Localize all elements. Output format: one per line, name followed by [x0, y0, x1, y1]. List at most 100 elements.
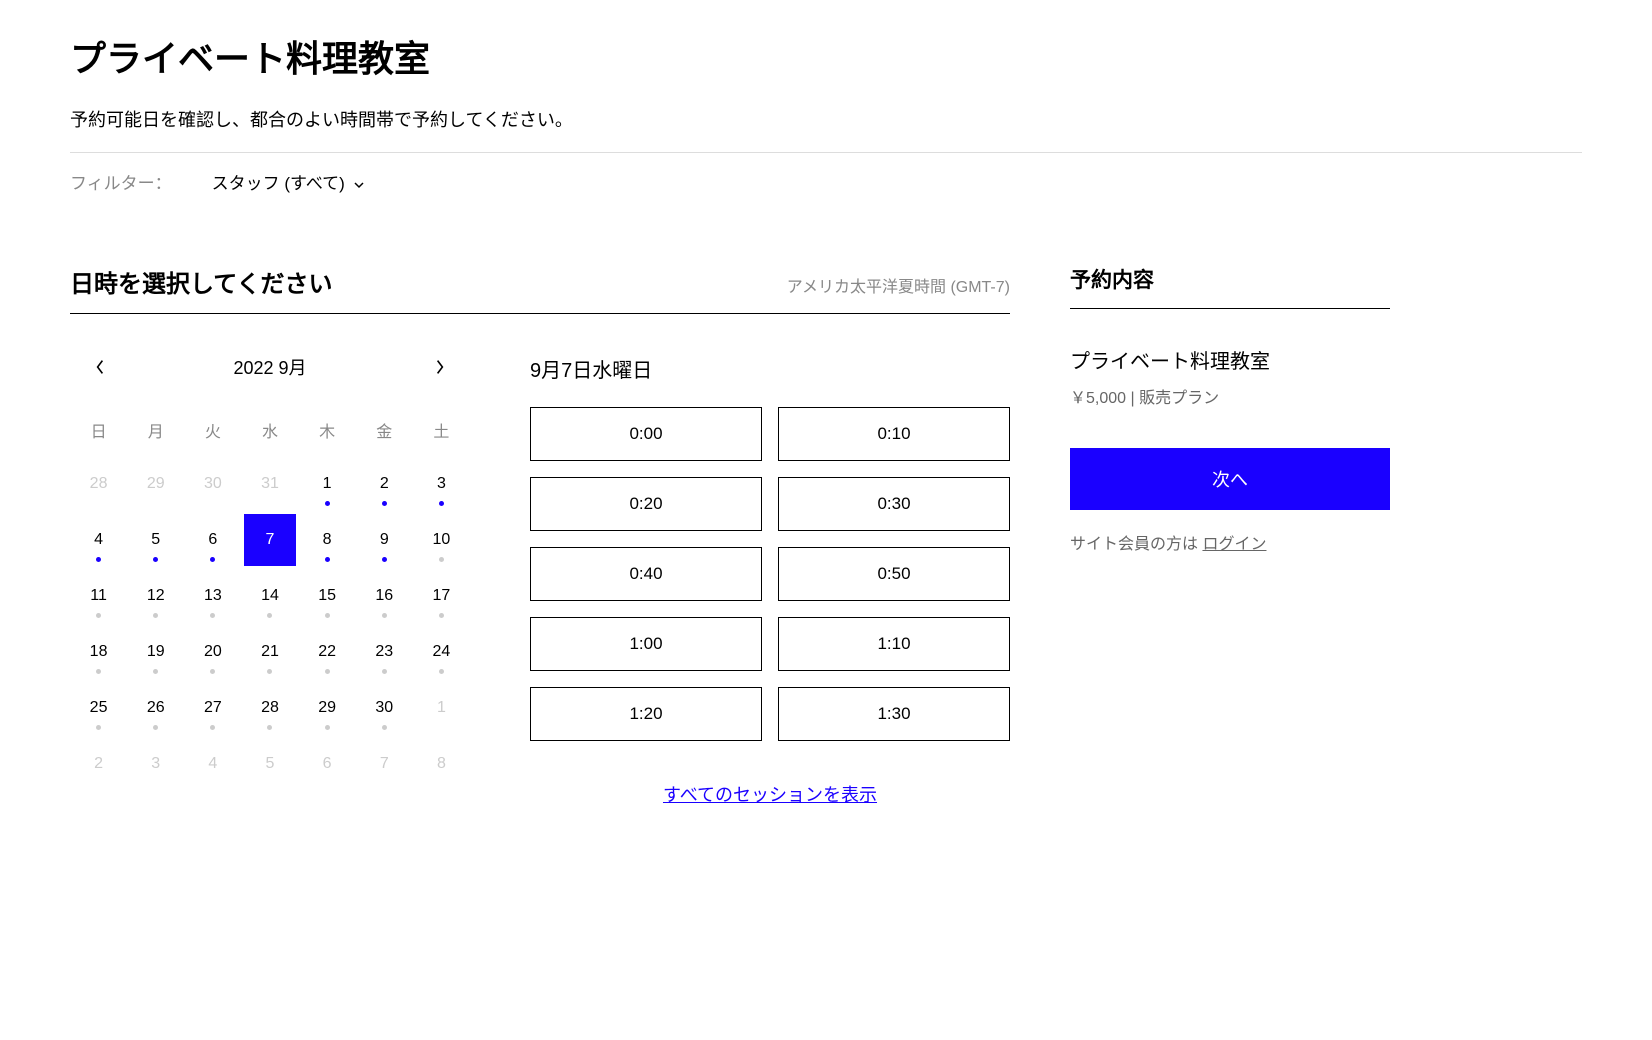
calendar-dow: 月 — [127, 404, 184, 456]
calendar-day[interactable]: 26 — [127, 680, 184, 736]
login-prefix: サイト会員の方は — [1070, 536, 1202, 553]
calendar-day: 4 — [184, 736, 241, 792]
calendar: 2022 9月 日月火水木金土2829303112345678910111213… — [70, 354, 470, 807]
calendar-day: 5 — [241, 736, 298, 792]
calendar-day[interactable]: 12 — [127, 568, 184, 624]
availability-dot-icon — [153, 557, 158, 562]
timeslot-button[interactable]: 1:30 — [778, 687, 1010, 741]
calendar-day: 8 — [413, 736, 470, 792]
page-subtitle: 予約可能日を確認し、都合のよい時間帯で予約してください。 — [70, 106, 1582, 132]
calendar-day: 2 — [70, 736, 127, 792]
availability-dot-icon — [96, 725, 101, 730]
calendar-day[interactable]: 29 — [299, 680, 356, 736]
staff-filter-dropdown[interactable]: スタッフ (すべて) — [212, 169, 365, 194]
calendar-day[interactable]: 24 — [413, 624, 470, 680]
availability-dot-icon — [325, 501, 330, 506]
selected-date-label: 9月7日水曜日 — [530, 354, 1010, 383]
calendar-day: 30 — [184, 456, 241, 512]
availability-dot-icon — [96, 557, 101, 562]
page-title: プライベート料理教室 — [70, 30, 1582, 82]
availability-dot-icon — [439, 613, 444, 618]
timeslot-button[interactable]: 1:20 — [530, 687, 762, 741]
availability-dot-icon — [153, 669, 158, 674]
calendar-day[interactable]: 10 — [413, 512, 470, 568]
timeslot-button[interactable]: 0:50 — [778, 547, 1010, 601]
next-button[interactable]: 次へ — [1070, 448, 1390, 510]
summary-title: 予約内容 — [1070, 264, 1390, 309]
availability-dot-icon — [325, 557, 330, 562]
next-month-button[interactable] — [430, 357, 450, 377]
calendar-day[interactable]: 8 — [299, 512, 356, 568]
calendar-dow: 木 — [299, 404, 356, 456]
availability-dot-icon — [439, 501, 444, 506]
calendar-day[interactable]: 14 — [241, 568, 298, 624]
calendar-dow: 火 — [184, 404, 241, 456]
calendar-day: 29 — [127, 456, 184, 512]
calendar-day: 6 — [299, 736, 356, 792]
timezone-label: アメリカ太平洋夏時間 (GMT-7) — [787, 273, 1010, 297]
datetime-header: 日時を選択してください アメリカ太平洋夏時間 (GMT-7) — [70, 264, 1010, 314]
calendar-day: 7 — [356, 736, 413, 792]
availability-dot-icon — [325, 613, 330, 618]
calendar-day[interactable]: 23 — [356, 624, 413, 680]
timeslot-button[interactable]: 0:30 — [778, 477, 1010, 531]
login-link[interactable]: ログイン — [1202, 536, 1266, 553]
calendar-day[interactable]: 13 — [184, 568, 241, 624]
availability-dot-icon — [382, 725, 387, 730]
timeslot-button[interactable]: 0:10 — [778, 407, 1010, 461]
calendar-day: 3 — [127, 736, 184, 792]
calendar-dow: 金 — [356, 404, 413, 456]
availability-dot-icon — [382, 557, 387, 562]
calendar-day[interactable]: 6 — [184, 512, 241, 568]
availability-dot-icon — [439, 557, 444, 562]
summary-price-plan: ￥5,000 | 販売プラン — [1070, 384, 1390, 408]
availability-dot-icon — [153, 613, 158, 618]
filter-label: フィルター： — [70, 169, 172, 194]
availability-dot-icon — [267, 669, 272, 674]
login-prompt: サイト会員の方は ログイン — [1070, 530, 1390, 554]
timeslot-button[interactable]: 0:40 — [530, 547, 762, 601]
chevron-left-icon — [95, 359, 105, 375]
calendar-dow: 日 — [70, 404, 127, 456]
availability-dot-icon — [210, 669, 215, 674]
calendar-day[interactable]: 15 — [299, 568, 356, 624]
timeslot-button[interactable]: 0:00 — [530, 407, 762, 461]
calendar-day[interactable]: 21 — [241, 624, 298, 680]
chevron-down-icon — [353, 176, 365, 188]
calendar-day[interactable]: 2 — [356, 456, 413, 512]
availability-dot-icon — [325, 725, 330, 730]
availability-dot-icon — [382, 613, 387, 618]
filter-value-text: スタッフ (すべて) — [212, 169, 345, 194]
calendar-day[interactable]: 11 — [70, 568, 127, 624]
calendar-day[interactable]: 18 — [70, 624, 127, 680]
calendar-day[interactable]: 3 — [413, 456, 470, 512]
calendar-day[interactable]: 19 — [127, 624, 184, 680]
availability-dot-icon — [96, 613, 101, 618]
calendar-day[interactable]: 30 — [356, 680, 413, 736]
calendar-day: 28 — [70, 456, 127, 512]
calendar-day[interactable]: 22 — [299, 624, 356, 680]
availability-dot-icon — [96, 669, 101, 674]
calendar-day[interactable]: 28 — [241, 680, 298, 736]
calendar-day[interactable]: 7 — [241, 512, 298, 568]
calendar-day[interactable]: 4 — [70, 512, 127, 568]
availability-dot-icon — [210, 613, 215, 618]
calendar-day[interactable]: 5 — [127, 512, 184, 568]
calendar-day[interactable]: 25 — [70, 680, 127, 736]
calendar-day: 1 — [413, 680, 470, 736]
calendar-day[interactable]: 1 — [299, 456, 356, 512]
calendar-day[interactable]: 27 — [184, 680, 241, 736]
timeslot-button[interactable]: 1:10 — [778, 617, 1010, 671]
calendar-day[interactable]: 17 — [413, 568, 470, 624]
calendar-day[interactable]: 20 — [184, 624, 241, 680]
calendar-month-label: 2022 9月 — [233, 354, 306, 380]
calendar-day[interactable]: 9 — [356, 512, 413, 568]
calendar-day[interactable]: 16 — [356, 568, 413, 624]
availability-dot-icon — [153, 725, 158, 730]
timeslot-button[interactable]: 0:20 — [530, 477, 762, 531]
show-all-sessions-link[interactable]: すべてのセッションを表示 — [663, 785, 877, 805]
timeslot-button[interactable]: 1:00 — [530, 617, 762, 671]
prev-month-button[interactable] — [90, 357, 110, 377]
availability-dot-icon — [382, 669, 387, 674]
calendar-dow: 土 — [413, 404, 470, 456]
